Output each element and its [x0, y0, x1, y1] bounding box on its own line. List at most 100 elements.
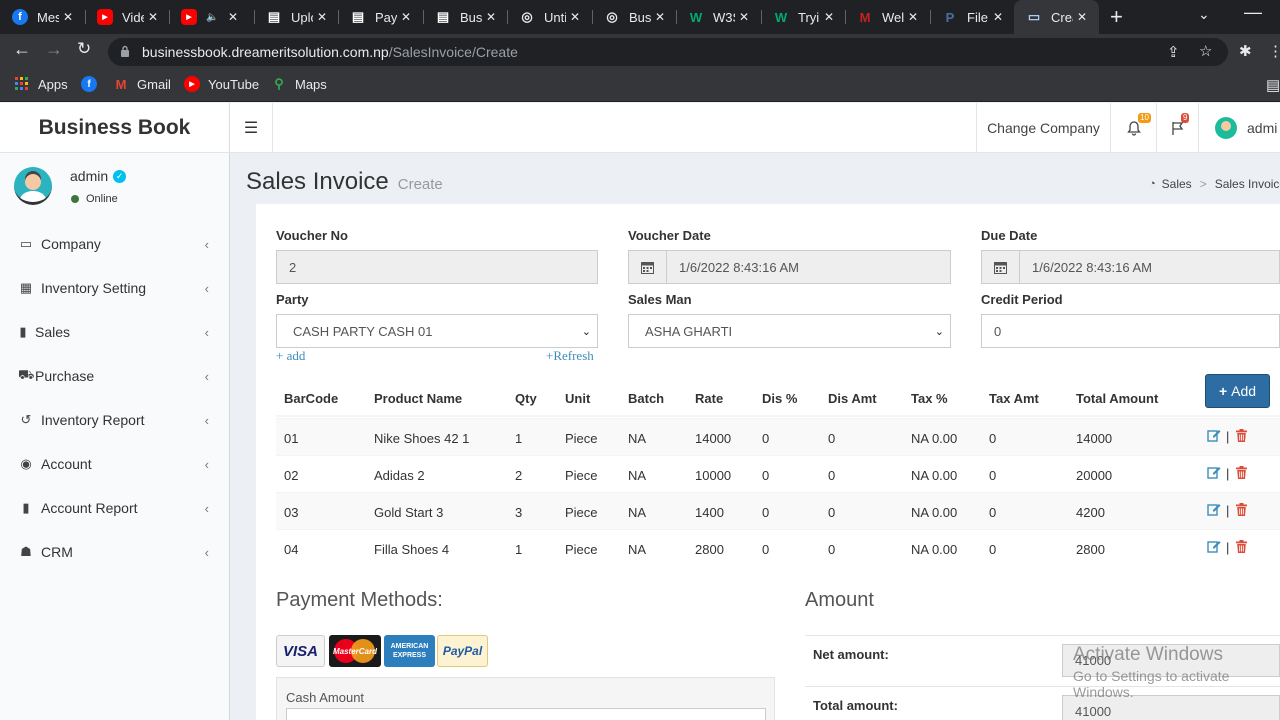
bookmark-apps[interactable]: Apps	[14, 76, 68, 92]
content-header: Sales Invoice Create	[246, 168, 443, 196]
voucher-no-input[interactable]: 2	[276, 250, 598, 284]
salesman-select[interactable]: ASHA GHARTI ⌄	[628, 314, 951, 348]
browser-tab[interactable]: W Trying ✕	[761, 0, 846, 34]
windows-activation-watermark: Activate Windows Go to Settings to activ…	[1073, 644, 1280, 700]
bookmark-label: Gmail	[137, 76, 171, 92]
trash-icon[interactable]	[1236, 429, 1247, 442]
notifications-button[interactable]: 10	[1110, 103, 1156, 153]
tab-separator	[338, 10, 339, 24]
bookmark-star-icon[interactable]: ☆	[1199, 42, 1212, 60]
flags-button[interactable]: 9	[1156, 103, 1198, 153]
trash-icon[interactable]	[1236, 540, 1247, 553]
flags-count-badge: 9	[1181, 113, 1190, 123]
browser-tab[interactable]: ▶ 🔈 ✕	[169, 0, 254, 34]
close-tab-icon[interactable]: ✕	[63, 10, 73, 24]
sidebar-item-account[interactable]: ◉ Account ‹	[0, 442, 229, 486]
trash-icon[interactable]	[1236, 466, 1247, 479]
edit-icon[interactable]	[1207, 465, 1223, 481]
browser-tab[interactable]: ▶ Video ✕	[85, 0, 170, 34]
due-date-input[interactable]: 1/6/2022 8:43:16 AM	[1019, 250, 1280, 284]
edit-icon[interactable]	[1207, 428, 1223, 444]
close-tab-icon[interactable]: ✕	[486, 10, 496, 24]
share-icon[interactable]: ⇪	[1167, 43, 1180, 61]
browser-tab[interactable]: ▤ Upload ✕	[254, 0, 339, 34]
close-tab-icon[interactable]: ✕	[401, 10, 411, 24]
address-bar[interactable]: businessbook.dreameritsolution.com.np/Sa…	[108, 38, 1228, 66]
cell-barcode: 01	[284, 431, 299, 446]
sidebar-item-purchase[interactable]: ⛟ Purchase ‹	[0, 354, 229, 398]
close-tab-icon[interactable]: ✕	[317, 10, 327, 24]
app-brand[interactable]: Business Book	[0, 103, 230, 153]
bookmark-facebook[interactable]: f	[81, 76, 105, 92]
cash-amount-input[interactable]	[286, 708, 766, 720]
youtube-icon: ▶	[184, 76, 200, 92]
browser-tab[interactable]: ◎ Untitled ✕	[507, 0, 592, 34]
close-tab-icon[interactable]: ✕	[148, 10, 158, 24]
paypal-card-icon: PayPal	[437, 635, 488, 667]
chevron-left-icon: ‹	[204, 456, 209, 472]
close-tab-icon[interactable]: ✕	[570, 10, 580, 24]
tab-separator	[592, 10, 593, 24]
browser-tab[interactable]: ◎ Business ✕	[592, 0, 677, 34]
browser-tab[interactable]: ▤ Payment ✕	[338, 0, 423, 34]
change-company-link[interactable]: Change Company	[976, 103, 1110, 153]
browser-tab[interactable]: ▤ Business ✕	[423, 0, 508, 34]
back-arrow-icon[interactable]: ←	[13, 39, 31, 60]
sidebar-item-company[interactable]: ▭ Company ‹	[0, 222, 229, 266]
close-tab-icon[interactable]: ✕	[993, 10, 1003, 24]
bell-icon	[1126, 120, 1141, 136]
refresh-party-link[interactable]: +Refresh	[546, 348, 594, 364]
edit-icon[interactable]	[1207, 539, 1223, 555]
browser-tab-title: W3Schools	[713, 9, 735, 25]
breadcrumb-sales[interactable]: Sales	[1162, 177, 1192, 191]
sidebar-item-inventory-report[interactable]: ↺ Inventory Report ‹	[0, 398, 229, 442]
browser-tab[interactable]: P File ✕	[930, 0, 1015, 34]
browser-tab[interactable]: f Messenger ✕	[0, 0, 85, 34]
browser-tab-title: Create	[1051, 9, 1073, 25]
voucher-date-input[interactable]: 1/6/2022 8:43:16 AM	[666, 250, 951, 284]
sidebar-item-crm[interactable]: ☗ CRM ‹	[0, 530, 229, 574]
window-minimize-button[interactable]: —	[1244, 2, 1262, 23]
extensions-puzzle-icon[interactable]: ✱	[1239, 42, 1252, 60]
bookmark-youtube[interactable]: ▶ YouTube	[184, 76, 259, 92]
bookmark-gmail[interactable]: M Gmail	[113, 76, 171, 92]
reload-icon[interactable]: ↻	[77, 39, 91, 59]
browser-tab[interactable]: W W3Schools ✕	[676, 0, 761, 34]
close-tab-icon[interactable]: ✕	[228, 10, 238, 24]
tab-search-icon[interactable]: ⌄	[1198, 6, 1210, 23]
close-tab-icon[interactable]: ✕	[824, 10, 834, 24]
calendar-icon[interactable]	[981, 250, 1020, 284]
trash-icon[interactable]	[1236, 503, 1247, 516]
amex-card-icon: AMERICAN EXPRESS	[384, 635, 435, 667]
credit-period-input[interactable]: 0	[981, 314, 1280, 348]
add-party-link[interactable]: + add	[276, 348, 305, 364]
voucher-date-label: Voucher Date	[628, 228, 711, 243]
edit-icon[interactable]	[1207, 502, 1223, 518]
chevron-left-icon: ‹	[204, 324, 209, 340]
browser-menu-icon[interactable]: ⋮	[1268, 42, 1280, 60]
browser-tab-title: Business	[460, 9, 482, 25]
calendar-icon[interactable]	[628, 250, 667, 284]
sidebar-item-sales[interactable]: ▮ Sales ‹	[0, 310, 229, 354]
user-menu[interactable]: admi	[1198, 103, 1280, 153]
sidebar-item-account-report[interactable]: ▮ Account Report ‹	[0, 486, 229, 530]
sidebar-toggle-icon[interactable]: ☰	[230, 103, 273, 153]
bookmark-maps[interactable]: ⚲ Maps	[271, 76, 327, 92]
close-tab-icon[interactable]: ✕	[908, 10, 918, 24]
close-tab-icon[interactable]: ✕	[1077, 10, 1087, 24]
close-tab-icon[interactable]: ✕	[655, 10, 665, 24]
new-tab-button[interactable]: +	[1110, 6, 1123, 28]
browser-tab[interactable]: M Welcome ✕	[845, 0, 930, 34]
amex-card-label: AMERICAN EXPRESS	[390, 643, 429, 659]
cell-rate: 10000	[695, 468, 732, 483]
page-subtitle: Create	[397, 176, 443, 193]
party-select[interactable]: CASH PARTY CASH 01 ⌄	[276, 314, 598, 348]
sidebar-item-inventory-setting[interactable]: ▦ Inventory Setting ‹	[0, 266, 229, 310]
close-tab-icon[interactable]: ✕	[739, 10, 749, 24]
cell-qty: 1	[515, 431, 523, 446]
youtube-muted-icon: ▶	[181, 9, 197, 25]
reading-list-icon[interactable]: ▤	[1266, 76, 1280, 94]
browser-tab[interactable]: ▭ Create ✕	[1014, 0, 1099, 34]
forward-arrow-icon[interactable]: →	[45, 39, 63, 60]
cell-total-amount: 2800	[1076, 542, 1105, 557]
